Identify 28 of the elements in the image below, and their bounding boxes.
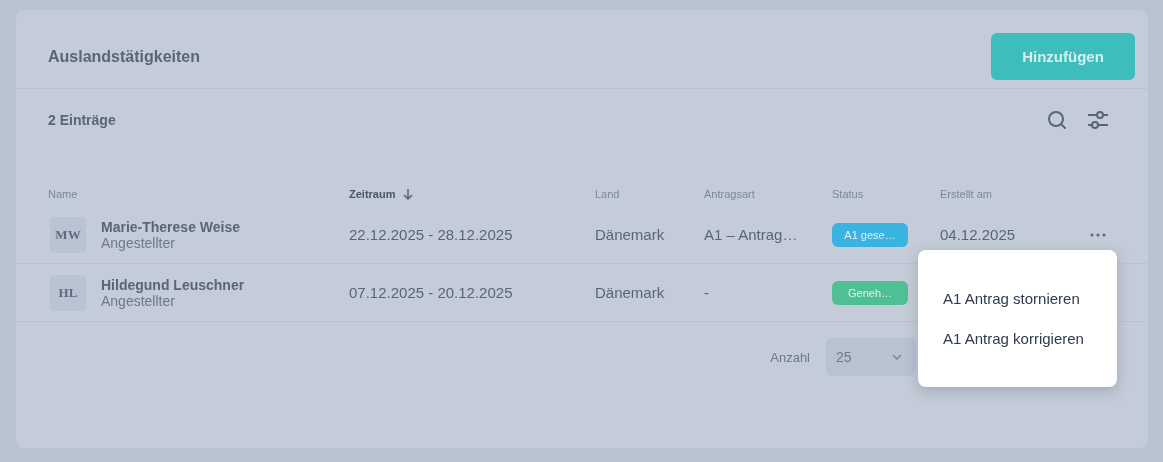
column-header[interactable]: Zeitraum: [349, 188, 396, 200]
page-size-select[interactable]: 25: [826, 338, 916, 376]
employee-role: Angestellter: [101, 234, 176, 251]
column-header[interactable]: Status: [832, 188, 864, 200]
column-header[interactable]: Antragsart: [704, 188, 755, 200]
employee-name: Hildegund Leuschner: [101, 276, 245, 293]
table-cell: Dänemark: [595, 225, 665, 243]
avatar: HL: [50, 274, 86, 311]
table-cell: 22.12.2025 - 28.12.2025: [349, 225, 513, 243]
page-size-label: Anzahl: [770, 349, 810, 365]
status-badge: Geneh…: [832, 280, 908, 305]
table-cell: 07.12.2025 - 20.12.2025: [349, 283, 513, 301]
table-cell: 04.12.2025: [940, 225, 1016, 243]
add-button[interactable]: Hinzufügen: [991, 33, 1135, 80]
table-cell: -: [704, 283, 709, 301]
column-header[interactable]: Erstellt am: [940, 188, 992, 200]
entry-count: 2 Einträge: [48, 112, 116, 128]
employee-name: Marie-Therese Weise: [101, 218, 241, 235]
table-cell: Dänemark: [595, 283, 665, 301]
column-header[interactable]: Name: [48, 188, 78, 200]
table-cell: A1 – Antrag…: [704, 225, 798, 243]
employee-role: Angestellter: [101, 292, 176, 309]
status-badge: A1 gese…: [832, 222, 908, 247]
menu-item[interactable]: A1 Antrag korrigieren: [943, 329, 1117, 347]
page-title: Auslandstätigkeiten: [48, 47, 201, 66]
menu-item[interactable]: A1 Antrag stornieren: [943, 289, 1117, 307]
avatar: MW: [50, 216, 86, 253]
column-header[interactable]: Land: [595, 188, 620, 200]
